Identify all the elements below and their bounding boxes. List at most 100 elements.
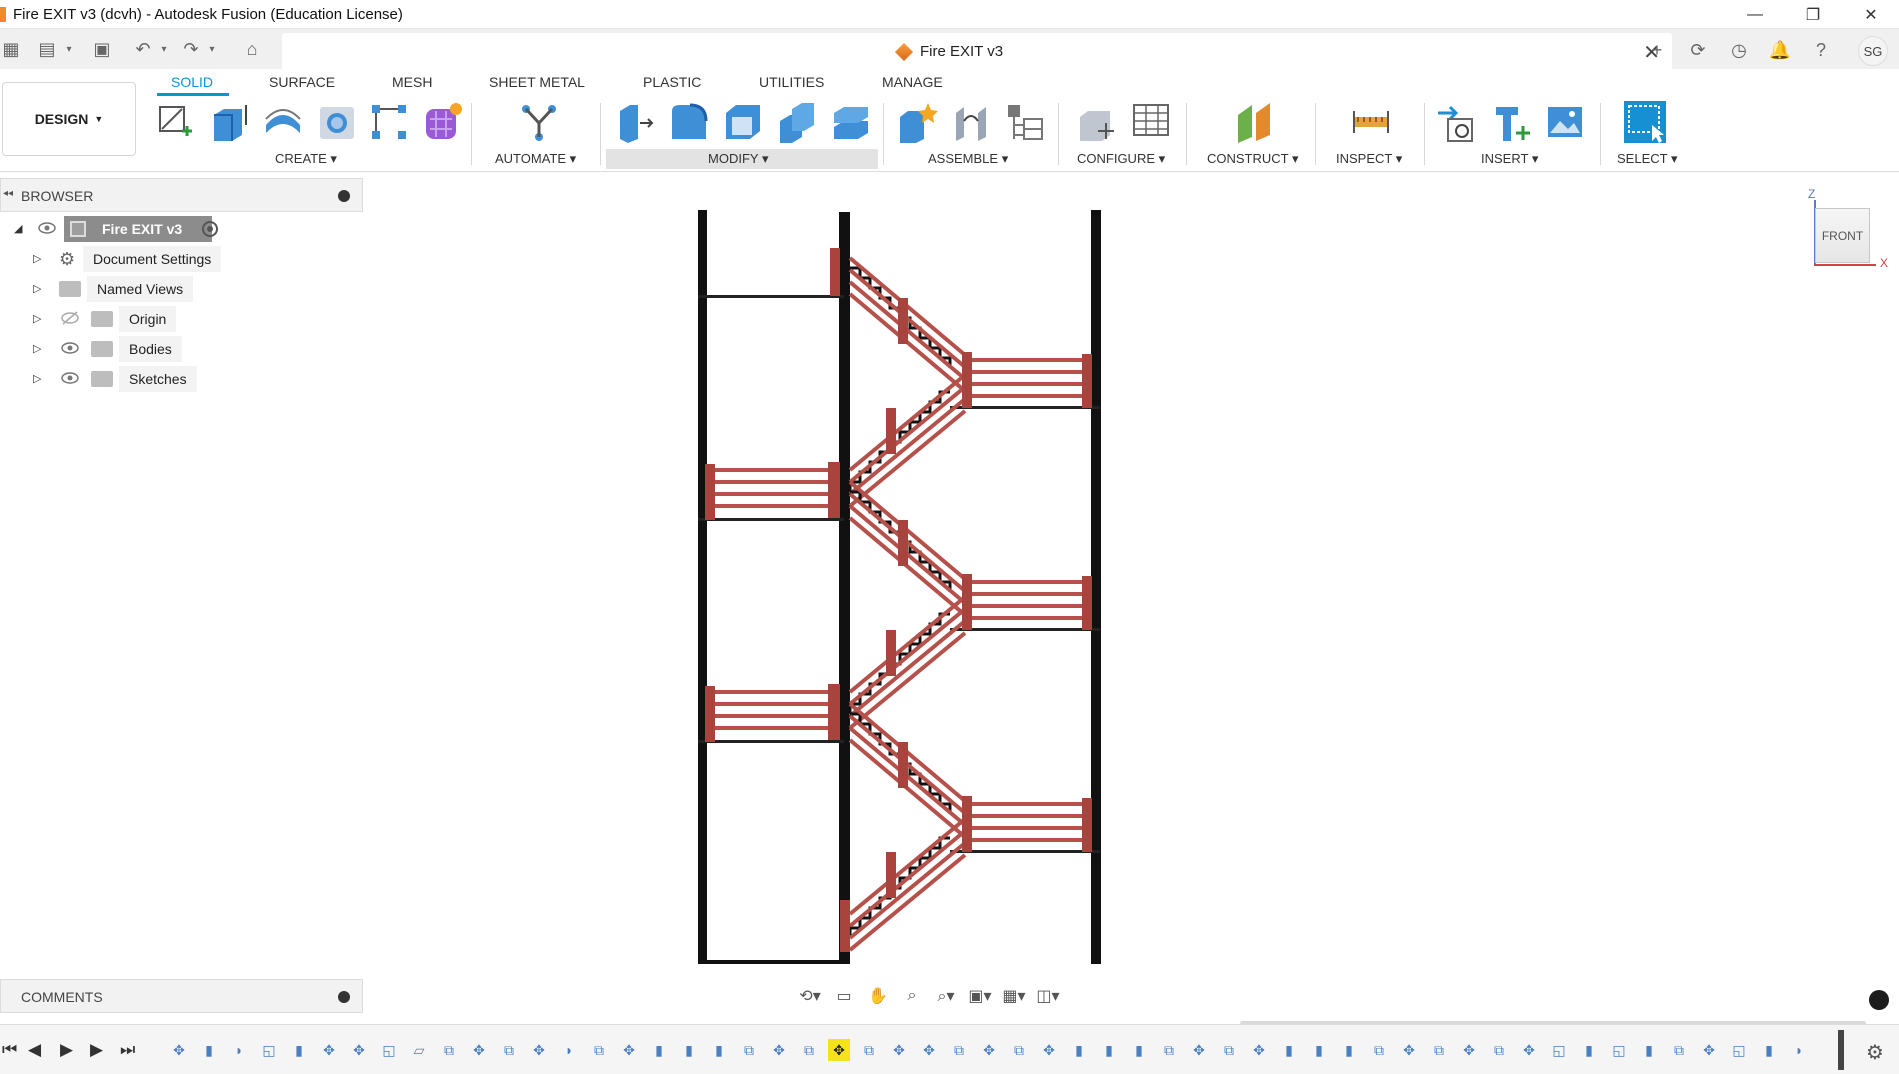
save-icon[interactable]: ▣ <box>91 38 113 60</box>
extrude-feature-icon[interactable]: ▮ <box>1638 1039 1660 1061</box>
add-comment-icon[interactable] <box>338 991 350 1003</box>
fillet-feature-icon[interactable]: ◗ <box>1788 1039 1810 1061</box>
measure-icon[interactable] <box>1350 101 1392 143</box>
browser-panel-header[interactable]: ◂◂ BROWSER <box>0 178 363 212</box>
joint-icon[interactable] <box>950 101 992 143</box>
file-dropdown-icon[interactable]: ▾ <box>58 38 80 60</box>
selected-move-feature-icon[interactable]: ✥ <box>828 1039 850 1061</box>
go-to-start-icon[interactable]: ⏮ <box>2 1040 17 1060</box>
bill-of-materials-icon[interactable] <box>1004 101 1046 143</box>
component-feature-icon[interactable]: ⧉ <box>1488 1039 1510 1061</box>
tab-solid[interactable]: SOLID <box>171 74 213 90</box>
component-feature-icon[interactable]: ⧉ <box>1008 1039 1030 1061</box>
extrude-feature-icon[interactable]: ▮ <box>708 1039 730 1061</box>
extrude-feature-icon[interactable]: ▮ <box>288 1039 310 1061</box>
sketch-feature-icon[interactable]: ◱ <box>1608 1039 1630 1061</box>
pan-hand-icon[interactable]: ✋ <box>863 984 893 1008</box>
move-feature-icon[interactable]: ✥ <box>1698 1039 1720 1061</box>
move-feature-icon[interactable]: ✥ <box>1038 1039 1060 1061</box>
app-grid-icon[interactable]: ▦ <box>0 38 22 60</box>
configure-menu[interactable]: CONFIGURE ▾ <box>1077 151 1165 167</box>
component-feature-icon[interactable]: ⧉ <box>588 1039 610 1061</box>
play-icon[interactable]: ▶ <box>60 1040 73 1060</box>
tab-sheet-metal[interactable]: SHEET METAL <box>489 74 585 90</box>
zoom-icon[interactable]: ⌕ <box>897 984 927 1008</box>
sketch-feature-icon[interactable]: ◱ <box>1548 1039 1570 1061</box>
viewports-icon[interactable]: ◫▾ <box>1033 984 1063 1008</box>
extrude-feature-icon[interactable]: ▮ <box>1308 1039 1330 1061</box>
redo-icon[interactable]: ↷ <box>180 38 202 60</box>
collapse-panel-icon[interactable]: ◂◂ <box>3 188 13 199</box>
display-settings-icon[interactable]: ▣▾ <box>965 984 995 1008</box>
extrude-feature-icon[interactable]: ▮ <box>1758 1039 1780 1061</box>
modify-menu[interactable]: MODIFY ▾ <box>708 151 768 167</box>
configuration-table-icon[interactable] <box>1130 101 1172 143</box>
expand-triangle-icon[interactable]: ▷ <box>33 372 41 385</box>
restore-button[interactable]: ❐ <box>1785 0 1841 29</box>
move-feature-icon[interactable]: ✥ <box>168 1039 190 1061</box>
move-feature-icon[interactable]: ✥ <box>768 1039 790 1061</box>
move-feature-icon[interactable]: ✥ <box>528 1039 550 1061</box>
move-feature-icon[interactable]: ✥ <box>468 1039 490 1061</box>
activate-radio-icon[interactable] <box>202 221 218 237</box>
workspace-switcher[interactable]: DESIGN ▼ <box>2 82 136 156</box>
fillet-feature-icon[interactable]: ◗ <box>558 1039 580 1061</box>
component-feature-icon[interactable]: ⧉ <box>858 1039 880 1061</box>
expand-triangle-icon[interactable]: ▷ <box>33 252 41 265</box>
view-cube[interactable]: FRONT <box>1815 208 1870 263</box>
tree-item-bodies[interactable]: ▷ Bodies <box>33 336 233 362</box>
insert-canvas-icon[interactable] <box>1544 101 1586 143</box>
file-menu-icon[interactable]: ▤ <box>36 38 58 60</box>
undo-dropdown-icon[interactable]: ▾ <box>153 38 175 60</box>
insert-menu[interactable]: INSERT ▾ <box>1481 151 1538 167</box>
visibility-eye-icon[interactable] <box>38 221 56 235</box>
extensions-icon[interactable]: ⟳ <box>1685 37 1711 63</box>
undo-icon[interactable]: ↶ <box>132 38 154 60</box>
move-feature-icon[interactable]: ✥ <box>978 1039 1000 1061</box>
revolve-icon[interactable] <box>262 101 304 143</box>
sketch-feature-icon[interactable]: ◱ <box>378 1039 400 1061</box>
expand-triangle-icon[interactable]: ▷ <box>33 282 41 295</box>
create-sketch-icon[interactable] <box>154 101 196 143</box>
look-at-icon[interactable]: ▭ <box>829 984 859 1008</box>
press-pull-icon[interactable] <box>614 101 656 143</box>
move-feature-icon[interactable]: ✥ <box>1458 1039 1480 1061</box>
extrude-feature-icon[interactable]: ▮ <box>1128 1039 1150 1061</box>
automate-icon[interactable] <box>518 101 560 143</box>
tab-surface[interactable]: SURFACE <box>269 74 335 90</box>
extrude-feature-icon[interactable]: ▮ <box>678 1039 700 1061</box>
assemble-menu[interactable]: ASSEMBLE ▾ <box>928 151 1008 167</box>
tree-item-origin[interactable]: ▷ Origin <box>33 306 233 332</box>
move-feature-icon[interactable]: ✥ <box>888 1039 910 1061</box>
close-window-button[interactable]: ✕ <box>1843 0 1899 29</box>
go-to-end-icon[interactable]: ⏭ <box>120 1040 135 1060</box>
move-feature-icon[interactable]: ✥ <box>1518 1039 1540 1061</box>
job-status-icon[interactable]: ◷ <box>1726 37 1752 63</box>
construct-menu[interactable]: CONSTRUCT ▾ <box>1207 151 1299 167</box>
component-feature-icon[interactable]: ⧉ <box>798 1039 820 1061</box>
hole-icon[interactable] <box>316 101 358 143</box>
component-feature-icon[interactable]: ⧉ <box>1158 1039 1180 1061</box>
step-forward-icon[interactable]: ▶ <box>90 1040 103 1060</box>
create-menu[interactable]: CREATE ▾ <box>275 151 337 167</box>
insert-mcmaster-icon[interactable] <box>1490 101 1532 143</box>
tab-manage[interactable]: MANAGE <box>882 74 943 90</box>
tree-item-sketches[interactable]: ▷ Sketches <box>33 366 233 392</box>
help-icon[interactable]: ? <box>1808 37 1834 63</box>
tab-utilities[interactable]: UTILITIES <box>759 74 824 90</box>
notifications-icon[interactable]: 🔔 <box>1767 37 1793 63</box>
expand-triangle-icon[interactable]: ▷ <box>33 312 41 325</box>
move-feature-icon[interactable]: ✥ <box>1188 1039 1210 1061</box>
data-panel-toggle-icon[interactable] <box>1869 990 1889 1010</box>
tree-root[interactable]: ◢ Fire EXIT v3 <box>14 216 224 242</box>
visibility-eye-icon[interactable] <box>61 371 79 385</box>
visibility-eye-icon[interactable] <box>61 341 79 355</box>
expand-triangle-icon[interactable]: ▷ <box>33 342 41 355</box>
move-feature-icon[interactable]: ✥ <box>618 1039 640 1061</box>
browser-pin-icon[interactable] <box>338 190 350 202</box>
new-tab-icon[interactable]: + <box>1644 37 1670 63</box>
component-feature-icon[interactable]: ⧉ <box>438 1039 460 1061</box>
form-icon[interactable] <box>422 101 464 143</box>
select-menu[interactable]: SELECT ▾ <box>1617 151 1677 167</box>
extrude-feature-icon[interactable]: ▮ <box>198 1039 220 1061</box>
